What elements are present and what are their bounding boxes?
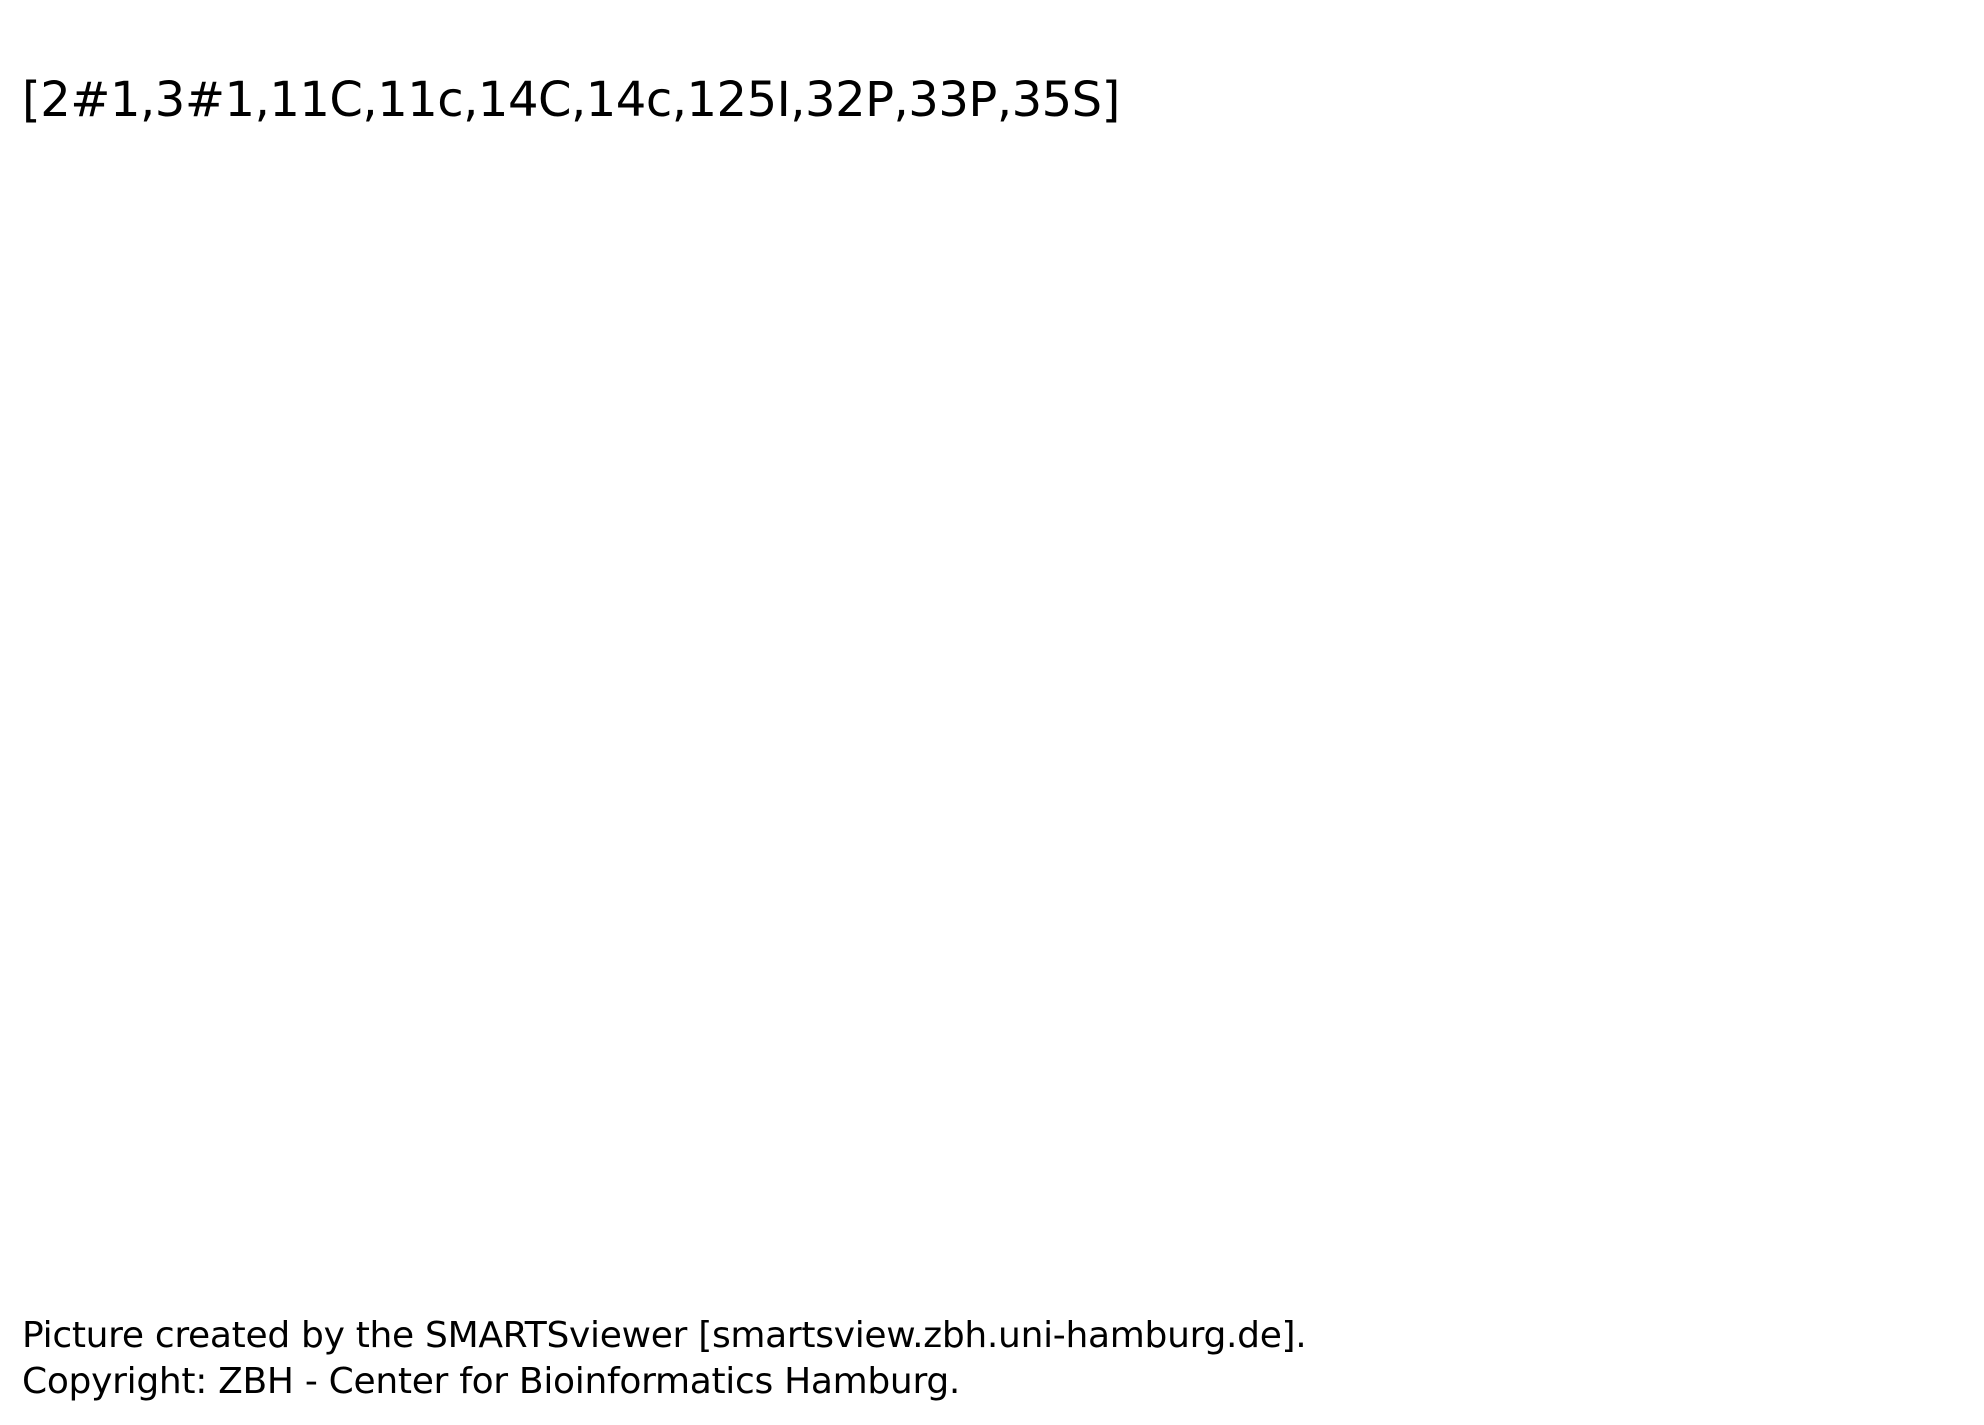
footer-credit: Picture created by the SMARTSviewer [sma…	[22, 1315, 1307, 1356]
footer-copyright: Copyright: ZBH - Center for Bioinformati…	[22, 1361, 961, 1402]
smarts-pattern: [2#1,3#1,11C,11c,14C,14c,125I,32P,33P,35…	[22, 72, 1120, 128]
footer: Picture created by the SMARTSviewer [sma…	[22, 1313, 1307, 1405]
